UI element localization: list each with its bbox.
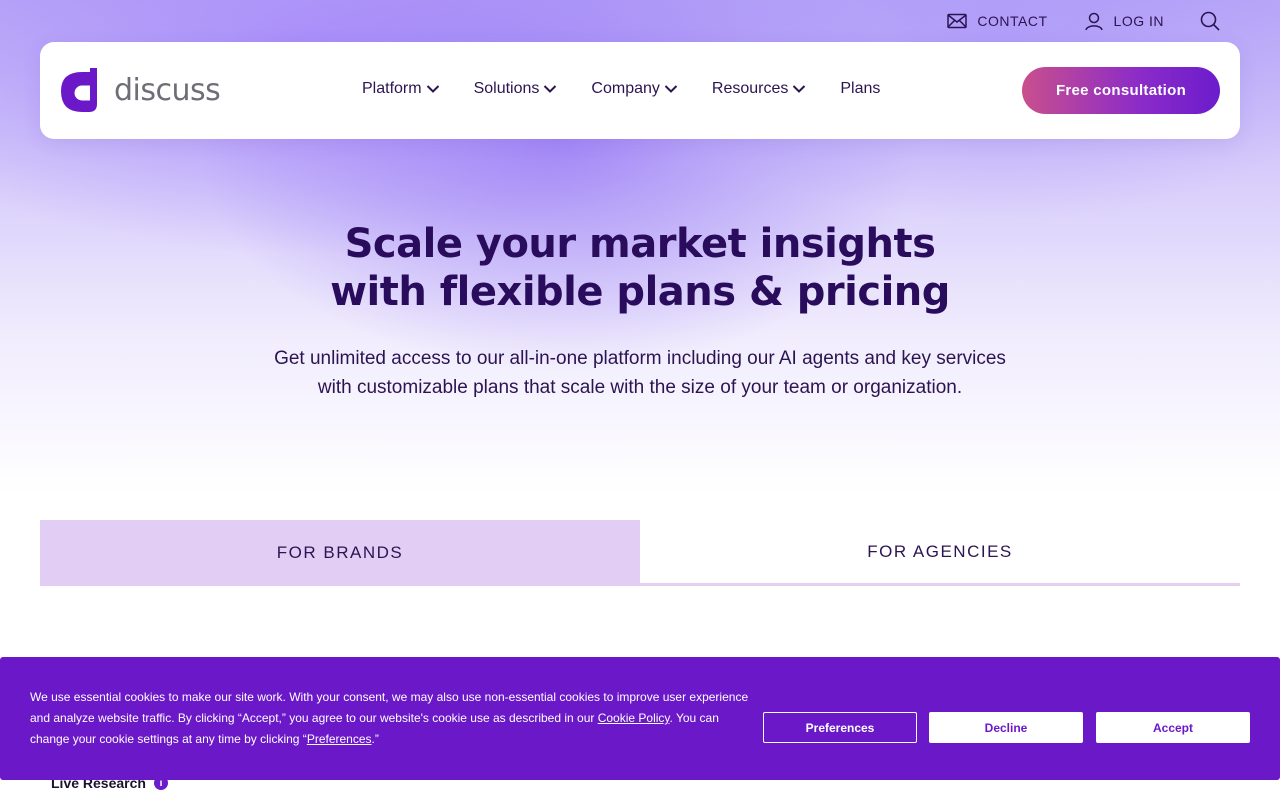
chevron-down-icon [793,85,806,93]
nav-item-label: Solutions [473,80,540,97]
title-line-1: Scale your market insights [344,221,936,267]
tab-for-agencies[interactable]: FOR AGENCIES [640,520,1240,586]
nav-item-resources[interactable]: Resources [712,80,806,98]
nav-item-company[interactable]: Company [591,80,678,98]
contact-label: CONTACT [977,13,1048,29]
nav-item-platform[interactable]: Platform [362,80,440,98]
mail-icon [947,13,968,29]
tab-for-brands[interactable]: FOR BRANDS [40,520,640,586]
subtitle-line-1: Get unlimited access to our all-in-one p… [274,348,1006,369]
tab-label: FOR AGENCIES [867,541,1013,561]
login-label: LOG IN [1113,13,1164,29]
chevron-down-icon [426,85,439,93]
tab-label: FOR BRANDS [276,543,404,562]
logo-mark-icon [61,68,97,112]
nav-links: Platform Solutions Company Resources Pla… [362,80,880,98]
preferences-link[interactable]: Preferences [307,732,372,746]
discuss-logo[interactable]: discuss [60,68,221,112]
chevron-down-icon [664,85,678,93]
login-link[interactable]: LOG IN [1084,11,1164,31]
page-subtitle: Get unlimited access to our all-in-one p… [0,344,1280,402]
cookie-text-part-3: .” [371,732,379,746]
contact-link[interactable]: CONTACT [947,13,1047,29]
nav-item-label: Company [591,80,660,97]
chevron-down-icon [544,85,557,93]
accept-button[interactable]: Accept [1096,712,1250,743]
preferences-button[interactable]: Preferences [763,712,917,743]
logo-text: discuss [114,72,221,108]
nav-item-label: Resources [711,80,789,97]
page-title: Scale your market insights with flexible… [0,220,1280,316]
cookie-message: We use essential cookies to make our sit… [30,687,750,750]
title-line-2: with flexible plans & pricing [330,269,950,315]
nav-item-solutions[interactable]: Solutions [474,80,558,98]
cookie-banner: We use essential cookies to make our sit… [0,657,1280,780]
search-icon [1200,11,1220,31]
user-icon [1084,12,1103,31]
cookie-policy-link[interactable]: Cookie Policy [598,711,670,725]
audience-tabs: FOR BRANDS FOR AGENCIES [40,520,1240,586]
subtitle-line-2: with customizable plans that scale with … [317,377,963,398]
search-button[interactable] [1200,11,1220,31]
nav-item-label: Platform [362,80,422,97]
main-navigation: discuss Platform Solutions Company Resou… [40,42,1240,139]
nav-item-plans[interactable]: Plans [840,80,880,98]
free-consultation-button[interactable]: Free consultation [1022,67,1220,114]
utility-bar: CONTACT LOG IN [947,0,1220,42]
decline-button[interactable]: Decline [929,712,1083,743]
nav-item-label: Plans [840,80,881,97]
